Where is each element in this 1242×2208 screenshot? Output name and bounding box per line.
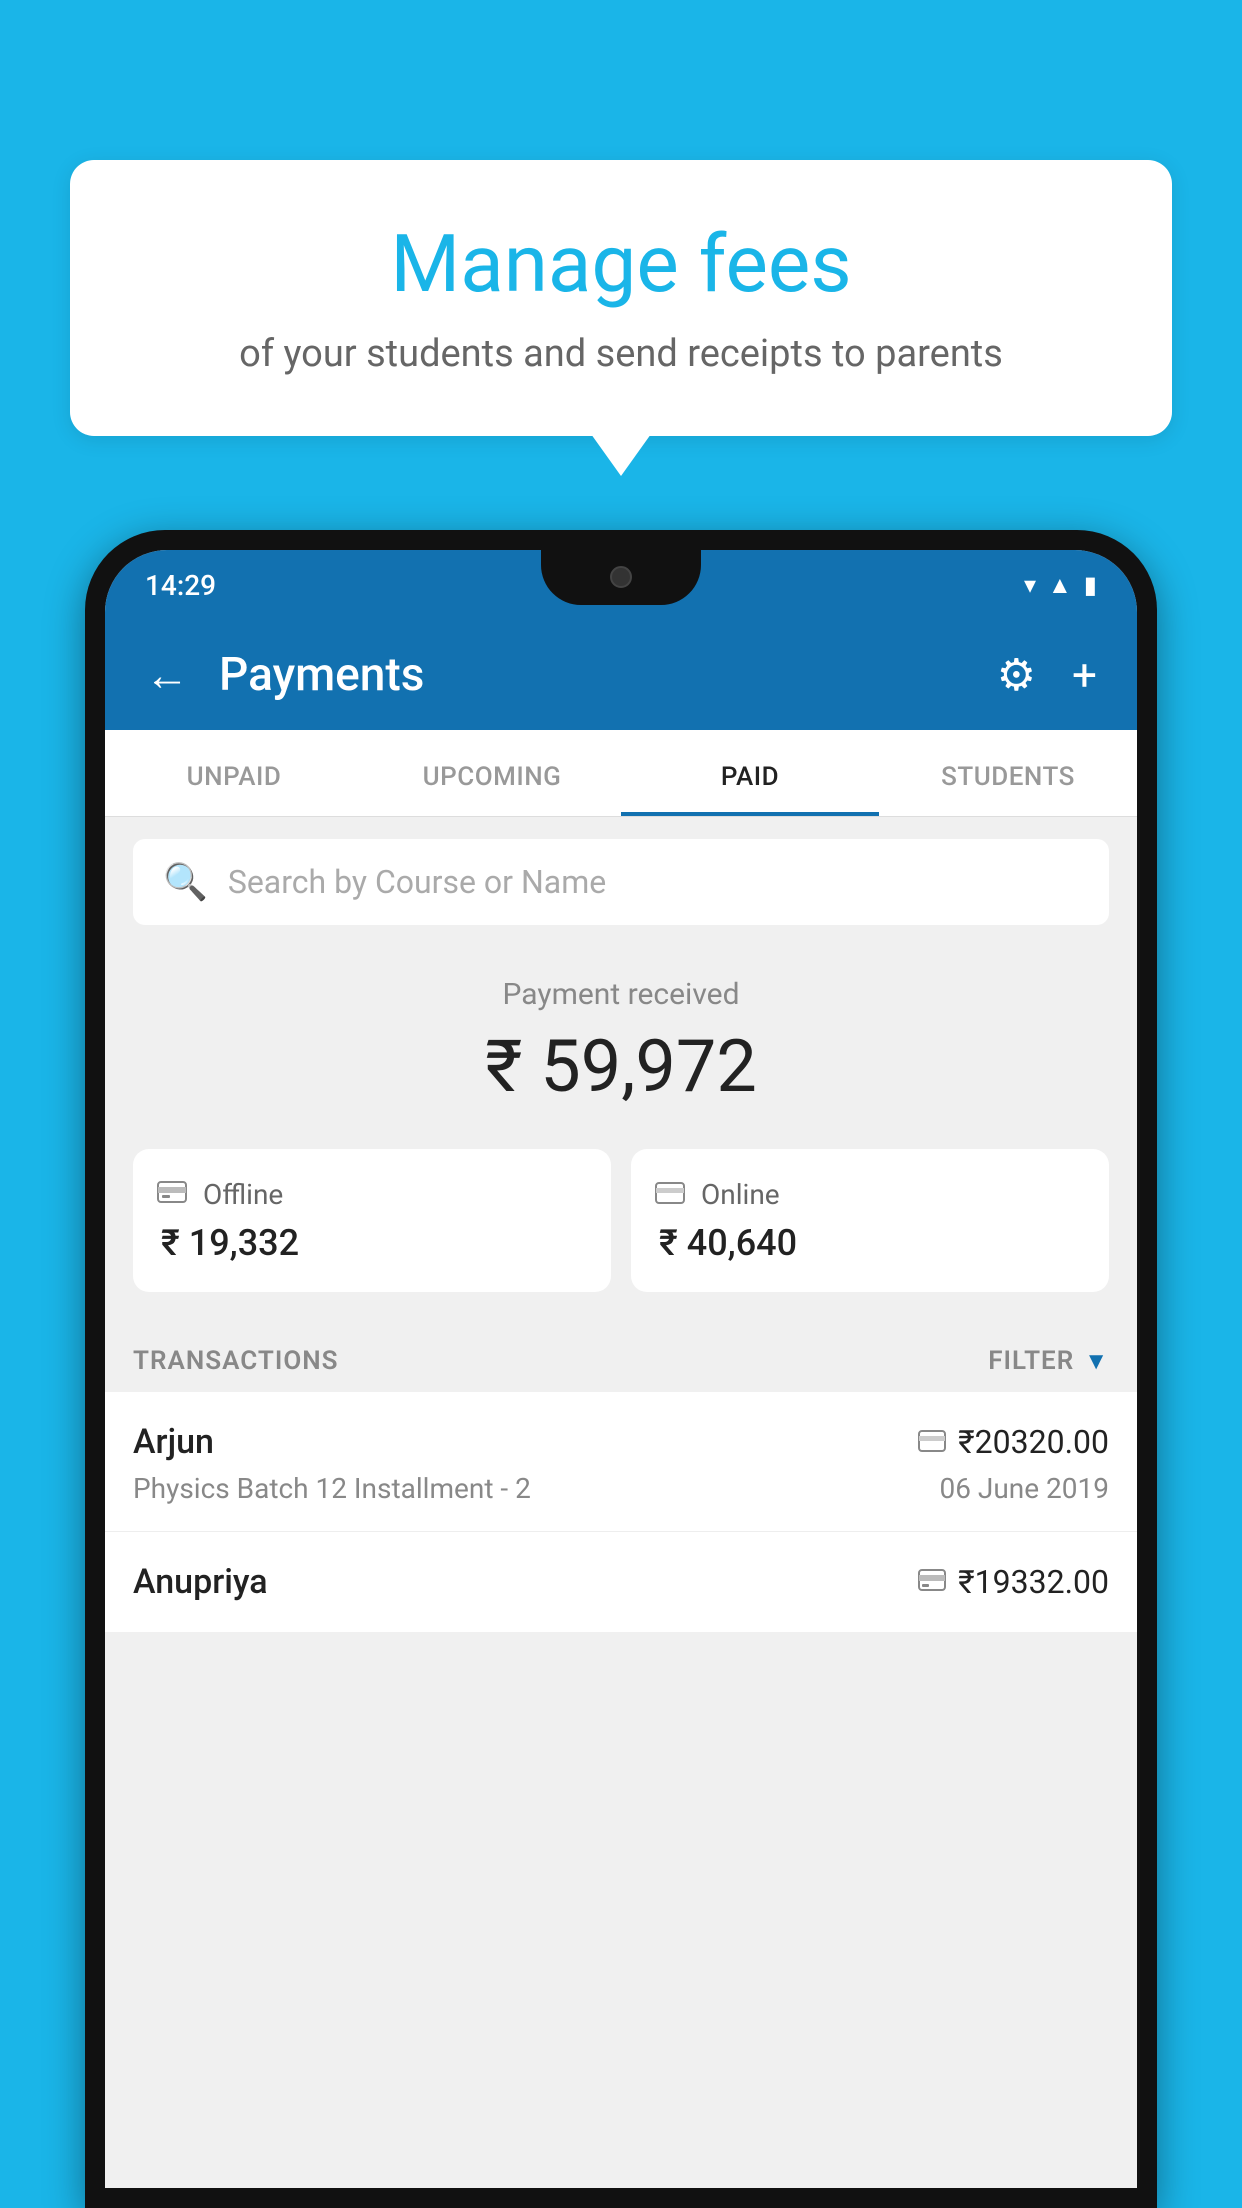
transactions-header: TRANSACTIONS FILTER ▼ <box>105 1328 1137 1392</box>
transaction-amount-wrap-1: ₹20320.00 <box>918 1423 1109 1461</box>
speech-bubble: Manage fees of your students and send re… <box>70 160 1172 436</box>
bubble-subtitle: of your students and send receipts to pa… <box>120 328 1122 381</box>
search-icon: 🔍 <box>163 861 208 903</box>
transaction-name-2: Anupriya <box>133 1562 268 1602</box>
add-button[interactable]: + <box>1072 649 1097 701</box>
search-input[interactable]: Search by Course or Name <box>228 863 606 901</box>
settings-icon[interactable]: ⚙ <box>997 649 1036 701</box>
notch <box>541 550 701 605</box>
tab-students[interactable]: STUDENTS <box>879 730 1137 816</box>
wifi-icon: ▾ <box>1024 571 1036 599</box>
transaction-top-1: Arjun ₹20320.00 <box>133 1422 1109 1462</box>
offline-card: Offline ₹ 19,332 <box>133 1149 611 1292</box>
tab-unpaid[interactable]: UNPAID <box>105 730 363 816</box>
transactions-label: TRANSACTIONS <box>133 1346 339 1376</box>
online-icon <box>655 1177 685 1212</box>
transaction-name-1: Arjun <box>133 1422 214 1462</box>
transaction-type-icon-2 <box>918 1566 946 1599</box>
notch-camera <box>610 566 632 588</box>
status-icons: ▾ ▲ ▮ <box>1024 571 1097 600</box>
filter-button[interactable]: FILTER ▼ <box>988 1346 1109 1376</box>
online-card-header: Online <box>655 1177 1085 1212</box>
transaction-row: Anupriya ₹19332.00 <box>105 1532 1137 1632</box>
payment-received-section: Payment received ₹ 59,972 <box>105 947 1137 1149</box>
transaction-date-1: 06 June 2019 <box>939 1472 1109 1505</box>
payment-cards: Offline ₹ 19,332 Online ₹ 40,640 <box>105 1149 1137 1328</box>
online-card: Online ₹ 40,640 <box>631 1149 1109 1292</box>
app-title: Payments <box>219 648 997 702</box>
app-bar: ← Payments ⚙ + <box>105 620 1137 730</box>
phone-screen: 14:29 ▾ ▲ ▮ ← Payments ⚙ + UNPAID UPCOMI… <box>105 550 1137 2188</box>
back-button[interactable]: ← <box>145 649 189 701</box>
transaction-amount-1: ₹20320.00 <box>958 1423 1109 1461</box>
tabs: UNPAID UPCOMING PAID STUDENTS <box>105 730 1137 817</box>
transaction-top-2: Anupriya ₹19332.00 <box>133 1562 1109 1602</box>
tab-paid[interactable]: PAID <box>621 730 879 816</box>
battery-icon: ▮ <box>1084 571 1097 599</box>
transaction-type-icon-1 <box>918 1426 946 1459</box>
offline-amount: ₹ 19,332 <box>157 1222 587 1264</box>
transaction-bottom-1: Physics Batch 12 Installment - 2 06 June… <box>133 1472 1109 1505</box>
payment-received-amount: ₹ 59,972 <box>133 1024 1109 1109</box>
offline-icon <box>157 1177 187 1212</box>
search-box[interactable]: 🔍 Search by Course or Name <box>133 839 1109 925</box>
app-bar-icons: ⚙ + <box>997 649 1097 701</box>
payment-received-label: Payment received <box>133 977 1109 1012</box>
phone-frame: 14:29 ▾ ▲ ▮ ← Payments ⚙ + UNPAID UPCOMI… <box>85 530 1157 2208</box>
status-time: 14:29 <box>145 569 216 602</box>
transaction-row: Arjun ₹20320.00 Physics Batch 12 Install… <box>105 1392 1137 1532</box>
bubble-title: Manage fees <box>120 220 1122 308</box>
tab-upcoming[interactable]: UPCOMING <box>363 730 621 816</box>
filter-icon: ▼ <box>1084 1347 1109 1376</box>
search-container: 🔍 Search by Course or Name <box>105 817 1137 947</box>
signal-icon: ▲ <box>1048 571 1072 600</box>
online-amount: ₹ 40,640 <box>655 1222 1085 1264</box>
offline-card-header: Offline <box>157 1177 587 1212</box>
transaction-amount-wrap-2: ₹19332.00 <box>918 1563 1109 1601</box>
transaction-amount-2: ₹19332.00 <box>958 1563 1109 1601</box>
status-bar: 14:29 ▾ ▲ ▮ <box>105 550 1137 620</box>
transaction-course-1: Physics Batch 12 Installment - 2 <box>133 1472 531 1505</box>
